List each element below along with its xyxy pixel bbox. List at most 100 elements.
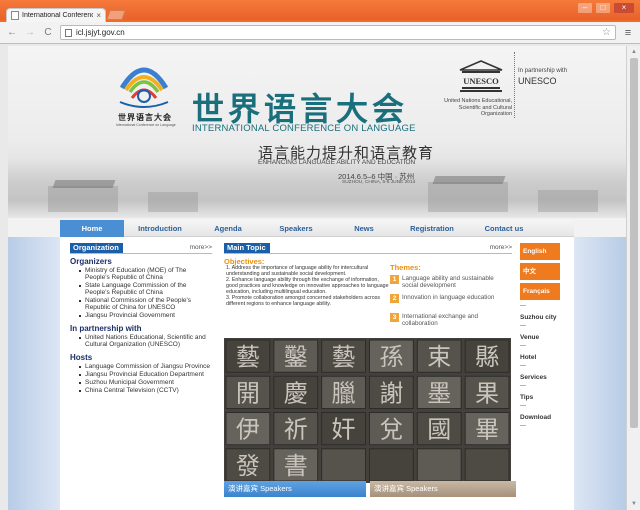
sidebar-link-suzhou-city[interactable]: Suzhou city [520,314,566,322]
unesco-logo-text: UNESCO [463,76,499,86]
objective-item: 3. Promote collaboration amongst concern… [226,295,380,307]
nav-news[interactable]: News [332,220,396,237]
speakers-bar-left[interactable]: 演讲嘉宾 Speakers [224,481,366,497]
sidebar-link-services[interactable]: Services [520,374,566,382]
theme-item: 1 Language ability and sustainable socia… [390,275,508,290]
theme-text: Language ability and sustainable social … [402,275,494,290]
scrollbar-thumb[interactable] [630,58,638,428]
type-character: 果 [475,379,499,407]
theme-item: 3 International exchange and collaborati… [390,313,508,328]
language-chinese-button[interactable]: 中文 [520,263,560,280]
type-character: 孫 [379,343,403,371]
partner-divider [514,52,515,118]
theme-number-badge: 1 [390,275,399,284]
sidebar-link-hotel[interactable]: Hotel [520,354,566,362]
divider: — [520,343,526,349]
divider: — [520,303,526,309]
theme-number-badge: 3 [390,313,399,322]
back-arrow-icon[interactable]: ← [6,27,18,39]
close-window-button[interactable]: × [614,3,634,13]
logo-english-name: International Conference on Language [116,123,176,127]
scroll-up-arrow-icon[interactable]: ▲ [630,49,638,55]
list-item: State Language Commission of the People'… [77,282,212,296]
main-navigation: Home Introduction Agenda Speakers News R… [60,220,574,237]
unesco-temple-logo-icon: UNESCO [459,60,503,92]
banner-building [538,190,598,212]
browser-toolbar: ← → C icl.jsjyt.gov.cn ☆ ≡ [0,22,640,44]
partner-label: In partnership with [518,68,568,74]
content-area: Organization more>> Organizers Ministry … [60,237,574,510]
type-character: 臘 [332,379,356,407]
banner-building [48,186,118,212]
organization-header: Organization more>> [70,243,212,254]
forward-arrow-icon[interactable]: → [24,27,36,39]
type-character: 伊 [236,416,260,444]
nav-home[interactable]: Home [60,220,124,237]
divider: — [520,383,526,389]
main-topic-panel: Main Topic more>> Objectives: 1. Address… [224,243,512,483]
sidebar-link-download[interactable]: Download [520,414,566,422]
vertical-scrollbar[interactable]: ▲ ▼ [626,46,640,510]
list-item: National Commission of the People's Repu… [77,297,212,311]
language-french-button[interactable]: Français [520,283,560,300]
tab-close-icon[interactable]: × [96,11,101,20]
hosts-list: Language Commission of Jiangsu Province … [77,363,212,394]
list-item: Language Commission of Jiangsu Province [77,363,212,370]
type-character: 兌 [379,416,403,444]
main-topic-title: Main Topic [224,243,270,253]
objectives-list: 1. Address the importance of language ab… [226,265,390,307]
theme-text: Innovation in language education [402,294,495,301]
nav-speakers[interactable]: Speakers [260,220,332,237]
banner-building [148,192,198,212]
url-text[interactable]: icl.jsjyt.gov.cn [76,28,598,37]
theme-item: 2 Innovation in language education [390,294,508,303]
objective-item: 2. Enhance language ability through the … [226,277,389,295]
divider: — [520,363,526,369]
list-item: Jiangsu Provincial Education Department [77,371,212,378]
list-item: Jiangsu Provincial Government [77,312,212,319]
scroll-down-arrow-icon[interactable]: ▼ [630,501,638,507]
list-item: Ministry of Education (MOE) of The Peopl… [77,267,212,281]
reload-icon[interactable]: C [42,27,54,39]
sidebar-link-tips[interactable]: Tips [520,394,566,402]
type-character: 謝 [379,379,403,407]
organizers-list: Ministry of Education (MOE) of The Peopl… [77,267,212,319]
type-character: 鑿 [284,343,308,371]
nav-introduction[interactable]: Introduction [124,220,196,237]
main-topic-more-link[interactable]: more>> [490,244,512,251]
type-character: 縣 [475,343,499,371]
organization-title: Organization [70,243,123,253]
nav-agenda[interactable]: Agenda [196,220,260,237]
minimize-button[interactable]: – [578,3,592,13]
page-icon [65,28,72,37]
nav-contact-us[interactable]: Contact us [468,220,540,237]
maximize-button[interactable]: □ [596,3,610,13]
speakers-bar-right[interactable]: 演讲嘉宾 Speakers [370,481,516,497]
browser-window-frame: International Conferenc × – □ × ← → C ic… [0,0,640,44]
organization-more-link[interactable]: more>> [190,244,212,251]
divider: — [520,423,526,429]
unesco-full-name: United Nations Educational, Scientific a… [444,98,512,117]
bookmark-star-icon[interactable]: ☆ [602,27,611,38]
partnership-heading: In partnership with [70,324,142,333]
type-block [416,448,462,482]
theme-number-badge: 2 [390,294,399,303]
right-background [574,237,626,510]
banner-building [428,182,508,212]
organization-panel: Organization more>> Organizers Ministry … [70,243,212,394]
address-bar[interactable]: icl.jsjyt.gov.cn ☆ [60,25,616,40]
browser-menu-icon[interactable]: ≡ [622,27,634,39]
header-banner: 世界语言大会 International Conference on Langu… [8,46,626,218]
logo-chinese-name: 世界语言大会 [118,113,172,122]
type-character: 藝 [236,343,260,371]
sidebar-link-venue[interactable]: Venue [520,334,566,342]
nav-registration[interactable]: Registration [396,220,468,237]
language-english-button[interactable]: English [520,243,560,260]
list-item: China Central Television (CCTV) [77,387,212,394]
browser-tab[interactable]: International Conferenc × [6,8,106,22]
objective-item: 1. Address the importance of language ab… [226,265,369,277]
hosts-heading: Hosts [70,353,93,362]
type-block [464,448,510,482]
type-block [369,448,414,482]
window-controls: – □ × [578,3,634,13]
